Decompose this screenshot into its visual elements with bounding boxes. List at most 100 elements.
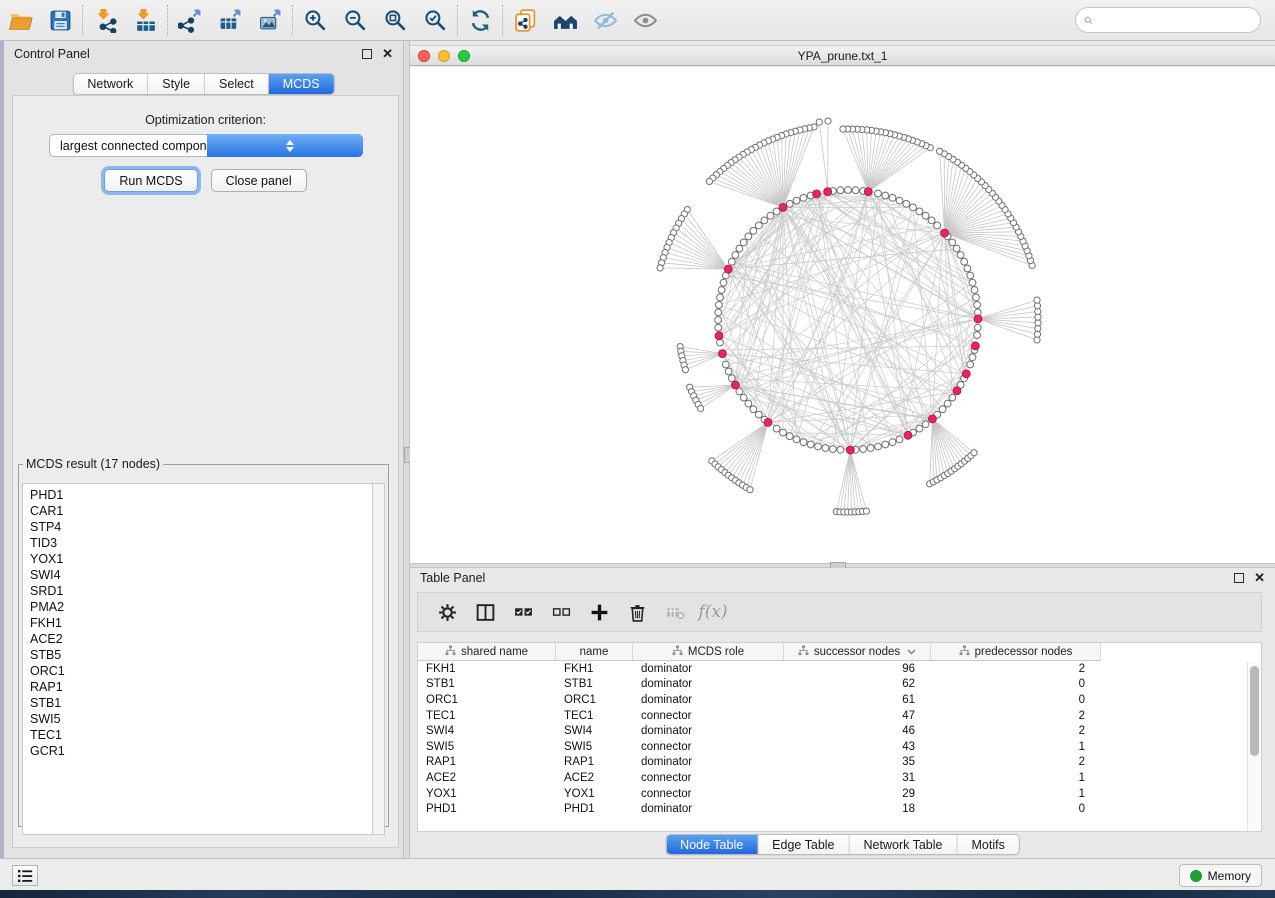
column-type-icon [798, 645, 809, 659]
mcds-result-item[interactable]: GCR1 [30, 743, 374, 759]
deselect-all-icon[interactable] [544, 597, 578, 627]
tab-network[interactable]: Network [73, 74, 148, 94]
mcds-result-item[interactable]: ACE2 [30, 631, 374, 647]
mcds-result-item[interactable]: STP4 [30, 519, 374, 535]
column-header-shared-name[interactable]: shared name [418, 643, 556, 660]
close-panel-icon[interactable]: ✕ [382, 49, 393, 59]
table-row[interactable]: PHD1PHD1dominator180 [418, 801, 1101, 817]
cell-shared_name: SWI4 [418, 725, 556, 737]
mcds-result-item[interactable]: PMA2 [30, 599, 374, 615]
table-row[interactable]: FKH1FKH1dominator962 [418, 661, 1101, 677]
mcds-result-item[interactable]: SRD1 [30, 583, 374, 599]
zoom-out-icon[interactable] [335, 3, 375, 37]
open-file-icon[interactable] [0, 3, 40, 37]
tab-select[interactable]: Select [205, 74, 269, 94]
cell-name: YOX1 [556, 788, 633, 800]
mcds-result-item[interactable]: RAP1 [30, 679, 374, 695]
export-image-icon[interactable] [250, 3, 290, 37]
save-session-icon[interactable] [40, 3, 80, 37]
cell-mcds_role: connector [633, 741, 784, 753]
mcds-result-item[interactable]: TEC1 [30, 727, 374, 743]
criterion-dropdown[interactable]: largest connected component (undirected) [49, 134, 363, 157]
tab-style[interactable]: Style [148, 74, 205, 94]
search-input[interactable] [1093, 12, 1252, 28]
import-network-icon[interactable] [85, 3, 125, 37]
column-header-predecessor-nodes[interactable]: predecessor nodes [931, 643, 1101, 660]
tab-edge-table[interactable]: Edge Table [758, 835, 849, 854]
task-history-button[interactable] [12, 865, 38, 886]
memory-label: Memory [1208, 869, 1251, 883]
column-header-name[interactable]: name [556, 643, 633, 660]
cell-mcds_role: dominator [633, 756, 784, 768]
mcds-result-item[interactable]: ORC1 [30, 663, 374, 679]
zoom-in-icon[interactable] [295, 3, 335, 37]
cell-name: SWI5 [556, 741, 633, 753]
cell-predecessor_nodes: 2 [931, 710, 1101, 722]
sort-chevron-icon[interactable] [905, 646, 916, 658]
table-row[interactable]: SWI4SWI4dominator462 [418, 723, 1101, 739]
close-table-panel-icon[interactable]: ✕ [1254, 573, 1265, 583]
cell-shared_name: TEC1 [418, 710, 556, 722]
table-row[interactable]: SWI5SWI5connector431 [418, 739, 1101, 755]
table-row[interactable]: ORC1ORC1dominator610 [418, 692, 1101, 708]
column-type-icon [959, 645, 970, 659]
hide-selected-icon[interactable] [585, 3, 625, 37]
select-all-icon[interactable] [506, 597, 540, 627]
cell-mcds_role: connector [633, 772, 784, 784]
mcds-result-item[interactable]: FKH1 [30, 615, 374, 631]
mcds-result-list[interactable]: PHD1CAR1STP4TID3YOX1SWI4SRD1PMA2FKH1ACE2… [22, 483, 374, 835]
criterion-value: largest connected component (undirected) [50, 139, 207, 153]
cell-successor_nodes: 29 [784, 788, 931, 800]
table-panel-header: Table Panel ✕ [410, 568, 1275, 588]
mcds-result-item[interactable]: STB5 [30, 647, 374, 663]
float-panel-icon[interactable] [362, 49, 372, 59]
show-all-icon[interactable] [625, 3, 665, 37]
network-canvas[interactable] [410, 67, 1275, 563]
table-row[interactable]: RAP1RAP1dominator352 [418, 755, 1101, 771]
run-mcds-button[interactable]: Run MCDS [104, 169, 197, 192]
dropdown-stepper-icon [207, 134, 364, 157]
export-network-icon[interactable] [170, 3, 210, 37]
refresh-layout-icon[interactable] [460, 3, 500, 37]
mcds-result-item[interactable]: CAR1 [30, 503, 374, 519]
float-table-panel-icon[interactable] [1234, 573, 1244, 583]
mcds-result-item[interactable]: SWI5 [30, 711, 374, 727]
zoom-fit-icon[interactable] [375, 3, 415, 37]
tab-network-table[interactable]: Network Table [850, 835, 958, 854]
result-scrollbar[interactable] [372, 483, 385, 835]
table-row[interactable]: YOX1YOX1connector291 [418, 786, 1101, 802]
mcds-result-item[interactable]: STB1 [30, 695, 374, 711]
column-header-successor-nodes[interactable]: successor nodes [784, 643, 931, 660]
tab-node-table[interactable]: Node Table [666, 835, 758, 854]
import-table-icon[interactable] [125, 3, 165, 37]
mcds-result-item[interactable]: TID3 [30, 535, 374, 551]
mcds-result-box: MCDS result (17 nodes) PHD1CAR1STP4TID3Y… [18, 457, 389, 827]
table-scrollbar-thumb[interactable] [1250, 666, 1259, 756]
tab-mcds[interactable]: MCDS [269, 74, 334, 94]
mcds-result-item[interactable]: SWI4 [30, 567, 374, 583]
table-settings-icon[interactable] [430, 597, 464, 627]
export-table-icon[interactable] [210, 3, 250, 37]
table-row[interactable]: STB1STB1dominator620 [418, 677, 1101, 693]
table-row[interactable]: TEC1TEC1connector472 [418, 708, 1101, 724]
delete-column-icon[interactable] [620, 597, 654, 627]
search-box[interactable] [1075, 7, 1261, 33]
tab-motifs[interactable]: Motifs [957, 835, 1018, 854]
table-row[interactable]: ACE2ACE2connector311 [418, 770, 1101, 786]
split-panel-icon[interactable] [468, 597, 502, 627]
memory-button[interactable]: Memory [1179, 864, 1262, 887]
cell-predecessor_nodes: 2 [931, 756, 1101, 768]
close-panel-button[interactable]: Close panel [211, 169, 307, 192]
table-scrollbar[interactable] [1247, 662, 1260, 832]
mcds-result-item[interactable]: YOX1 [30, 551, 374, 567]
clone-network-icon[interactable] [505, 3, 545, 37]
network-title: YPA_prune.txt_1 [410, 49, 1275, 63]
zoom-selected-icon[interactable] [415, 3, 455, 37]
cell-mcds_role: connector [633, 710, 784, 722]
add-column-icon[interactable] [582, 597, 616, 627]
cell-successor_nodes: 31 [784, 772, 931, 784]
mcds-result-item[interactable]: PHD1 [30, 487, 374, 503]
column-header-MCDS-role[interactable]: MCDS role [633, 643, 784, 660]
first-neighbors-icon[interactable] [545, 3, 585, 37]
vertical-splitter[interactable] [403, 41, 410, 858]
